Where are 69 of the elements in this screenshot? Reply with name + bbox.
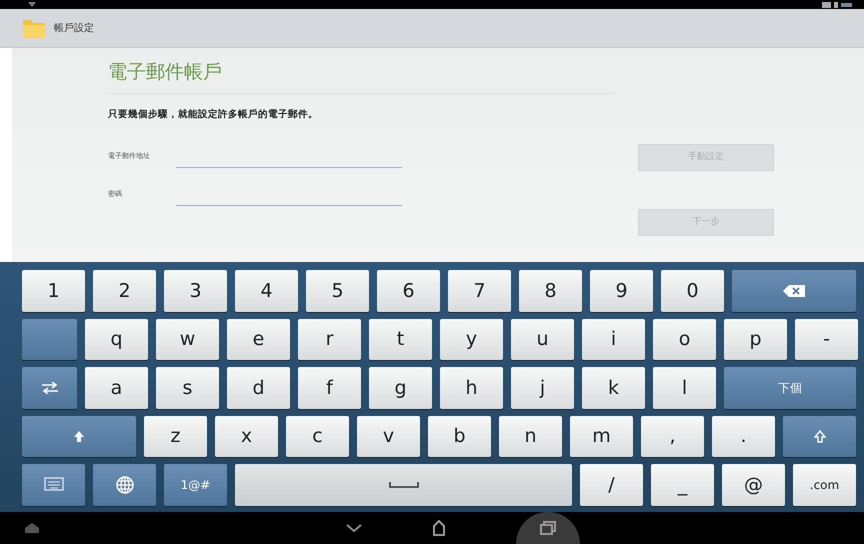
- key[interactable]: @: [722, 464, 785, 506]
- space-bar-icon: [388, 482, 418, 488]
- key[interactable]: 0: [661, 270, 724, 312]
- key[interactable]: w: [156, 318, 219, 360]
- symbols-key[interactable]: 1@#: [164, 464, 227, 506]
- language-key[interactable]: [93, 464, 156, 506]
- home-button-icon[interactable]: [432, 520, 446, 536]
- key[interactable]: e: [227, 318, 290, 360]
- shift-arrow-icon: [814, 430, 826, 444]
- key[interactable]: x: [215, 416, 278, 458]
- key[interactable]: b: [428, 416, 491, 458]
- key[interactable]: t: [369, 318, 432, 360]
- key[interactable]: o: [653, 318, 716, 360]
- intro-text: 只要幾個步驟，就能設定許多帳戶的電子郵件。: [108, 108, 319, 122]
- key[interactable]: 7: [448, 270, 511, 312]
- screen-title: 帳戶設定: [54, 22, 94, 36]
- key[interactable]: y: [440, 318, 503, 360]
- status-icons: [822, 2, 852, 8]
- shift-arrow-icon: [74, 431, 84, 442]
- key[interactable]: k: [582, 367, 645, 409]
- shift-key[interactable]: [22, 416, 136, 458]
- key[interactable]: l: [653, 367, 716, 409]
- key[interactable]: .: [712, 416, 775, 458]
- back-icon[interactable]: [346, 524, 362, 532]
- next-key[interactable]: 下個: [724, 367, 856, 409]
- key[interactable]: z: [144, 416, 207, 458]
- switch-key[interactable]: [22, 367, 77, 409]
- keyboard-settings-icon: [44, 477, 64, 494]
- key[interactable]: a: [85, 367, 148, 409]
- key[interactable]: i: [582, 318, 645, 360]
- key[interactable]: u: [511, 318, 574, 360]
- key[interactable]: j: [511, 367, 574, 409]
- notification-icon: [28, 2, 36, 7]
- key[interactable]: 9: [590, 270, 653, 312]
- key[interactable]: 3: [164, 270, 227, 312]
- backspace-key[interactable]: [732, 270, 856, 312]
- globe-icon: [116, 476, 134, 494]
- key[interactable]: c: [286, 416, 349, 458]
- key[interactable]: s: [156, 367, 219, 409]
- folder-icon: [22, 17, 46, 39]
- switch-arrows-icon: [40, 382, 60, 394]
- blank-key[interactable]: [22, 318, 77, 360]
- key[interactable]: 8: [519, 270, 582, 312]
- key[interactable]: /: [580, 464, 643, 506]
- key[interactable]: d: [227, 367, 290, 409]
- shift-key[interactable]: [783, 416, 856, 458]
- key[interactable]: n: [499, 416, 562, 458]
- key[interactable]: h: [440, 367, 503, 409]
- backspace-icon: [783, 284, 805, 297]
- key[interactable]: .com: [793, 464, 856, 506]
- page-heading: 電子郵件帳戶: [108, 58, 614, 94]
- key[interactable]: 4: [235, 270, 298, 312]
- key[interactable]: p: [724, 318, 787, 360]
- key[interactable]: 2: [93, 270, 156, 312]
- recent-apps-icon: [540, 521, 556, 535]
- key[interactable]: 1: [22, 270, 85, 312]
- key[interactable]: f: [298, 367, 361, 409]
- key[interactable]: g: [369, 367, 432, 409]
- home-icon[interactable]: [24, 523, 40, 533]
- key[interactable]: q: [85, 318, 148, 360]
- key[interactable]: 6: [377, 270, 440, 312]
- key[interactable]: _: [651, 464, 714, 506]
- key[interactable]: ,: [641, 416, 704, 458]
- keyboard-settings-key[interactable]: [22, 464, 85, 506]
- key[interactable]: v: [357, 416, 420, 458]
- key[interactable]: -: [795, 318, 858, 360]
- key[interactable]: m: [570, 416, 633, 458]
- key[interactable]: 5: [306, 270, 369, 312]
- key[interactable]: r: [298, 318, 361, 360]
